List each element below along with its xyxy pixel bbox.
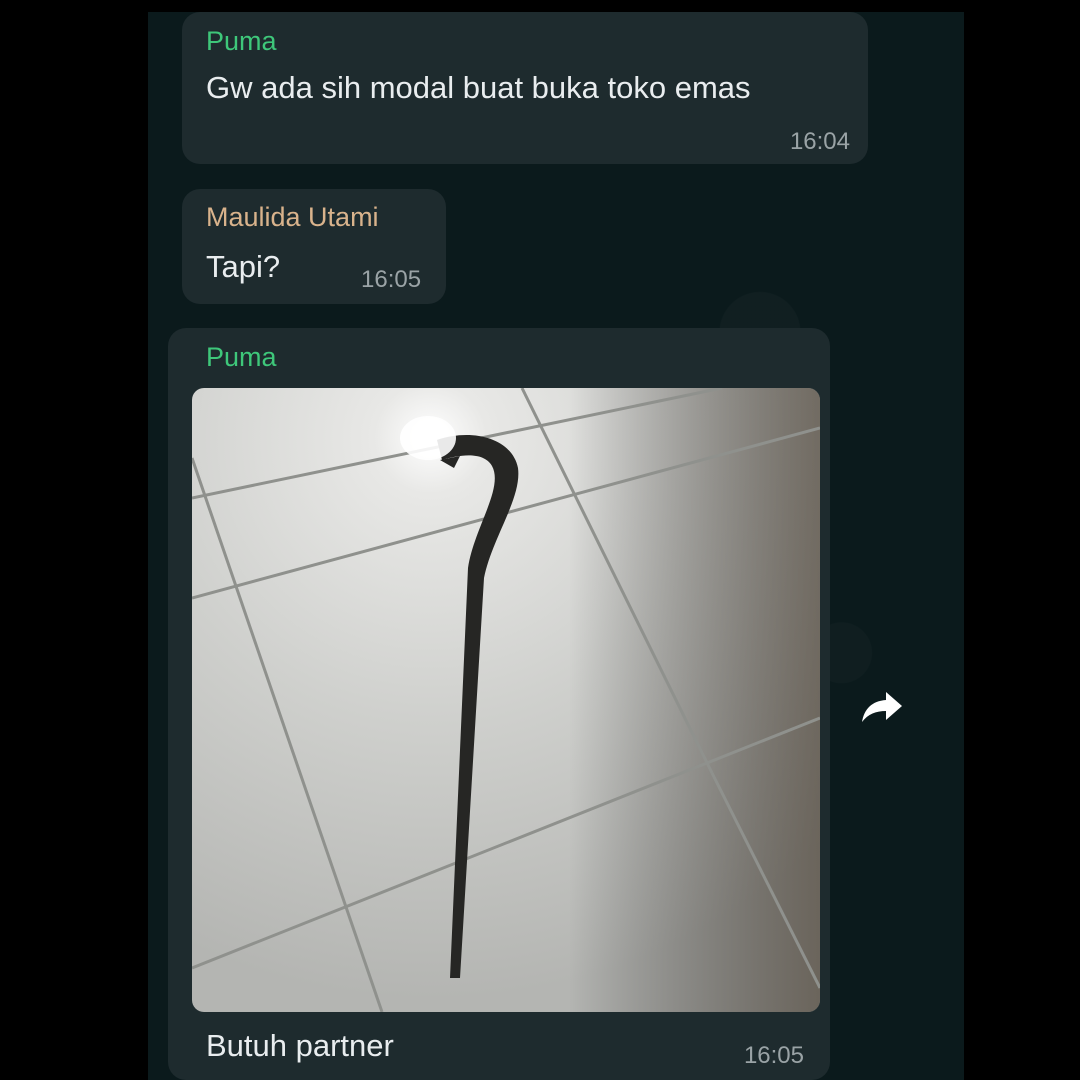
sender-name[interactable]: Puma [206,26,277,57]
message-caption: Butuh partner [206,1028,394,1063]
message-text: Gw ada sih modal buat buka toko emas [206,70,751,105]
message-text: Tapi? [206,249,281,284]
sender-name[interactable]: Maulida Utami [206,202,379,233]
image-message-bubble[interactable]: Puma Butuh partner 16:05 [168,328,830,1080]
message-time: 16:05 [743,1042,804,1069]
forward-arrow-icon[interactable] [858,680,908,730]
message-time: 16:05 [361,266,422,293]
crowbar-photo [192,388,820,1012]
message-bubble[interactable]: Puma Gw ada sih modal buat buka toko ema… [182,12,868,164]
chat-view: Puma Gw ada sih modal buat buka toko ema… [148,12,964,1080]
message-time: 16:04 [789,128,850,155]
sender-name[interactable]: Puma [206,342,277,373]
message-photo[interactable] [192,388,820,1012]
